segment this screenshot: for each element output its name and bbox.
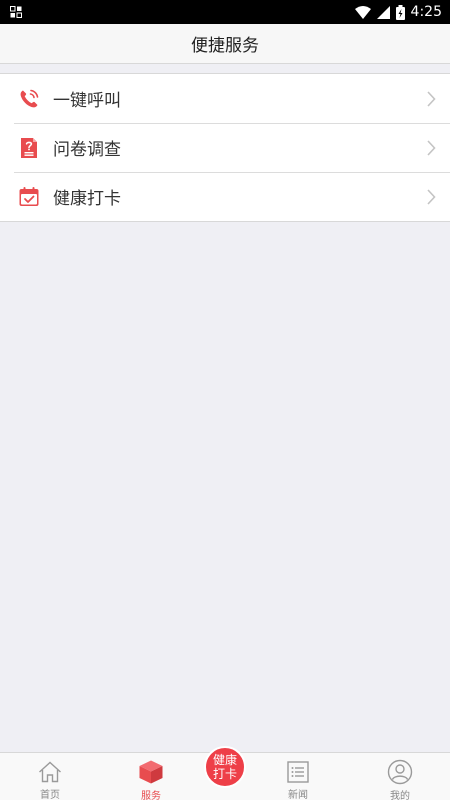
- health-checkin-fab-button[interactable]: 健康 打卡: [204, 746, 246, 788]
- chevron-right-icon: [427, 188, 436, 205]
- menu-item-label: 健康打卡: [53, 189, 121, 209]
- tab-service[interactable]: 服务: [121, 753, 181, 800]
- menu-item-questionnaire[interactable]: 问卷调查: [0, 123, 450, 172]
- calendar-check-icon: [18, 186, 40, 208]
- status-right: 4:25: [354, 4, 442, 20]
- fab-label-line2: 打卡: [212, 767, 237, 781]
- tab-label: 首页: [40, 790, 60, 800]
- menu-item-label: 问卷调查: [53, 140, 121, 160]
- title-bar: 便捷服务: [0, 24, 450, 64]
- signal-icon: [376, 5, 390, 19]
- menu-item-health-checkin[interactable]: 健康打卡: [0, 172, 450, 221]
- status-left: [10, 6, 22, 18]
- menu-item-label: 一键呼叫: [53, 91, 121, 111]
- chevron-right-icon: [427, 139, 436, 156]
- fab-label-line1: 健康: [212, 753, 237, 767]
- news-list-icon: [286, 759, 310, 784]
- tab-label: 我的: [390, 791, 410, 800]
- tab-label: 服务: [141, 791, 161, 800]
- chevron-right-icon: [427, 90, 436, 107]
- home-icon: [38, 759, 62, 784]
- tab-news[interactable]: 新闻: [268, 753, 328, 800]
- battery-icon: [395, 4, 405, 20]
- status-bar: 4:25: [0, 0, 450, 24]
- page-title: 便捷服务: [191, 36, 259, 56]
- tab-profile[interactable]: 我的: [370, 753, 430, 800]
- phone-call-icon: [18, 88, 40, 110]
- menu-item-one-key-call[interactable]: 一键呼叫: [0, 74, 450, 123]
- tab-label: 新闻: [288, 790, 308, 800]
- tab-home[interactable]: 首页: [20, 753, 80, 800]
- wifi-icon: [354, 5, 371, 19]
- profile-icon: [387, 759, 413, 785]
- questionnaire-icon: [18, 137, 40, 159]
- service-menu-list: 一键呼叫 问卷调查 健康打卡: [0, 73, 450, 222]
- notification-app-icon: [10, 6, 22, 18]
- status-time: 4:25: [410, 4, 442, 20]
- box-icon: [138, 759, 164, 785]
